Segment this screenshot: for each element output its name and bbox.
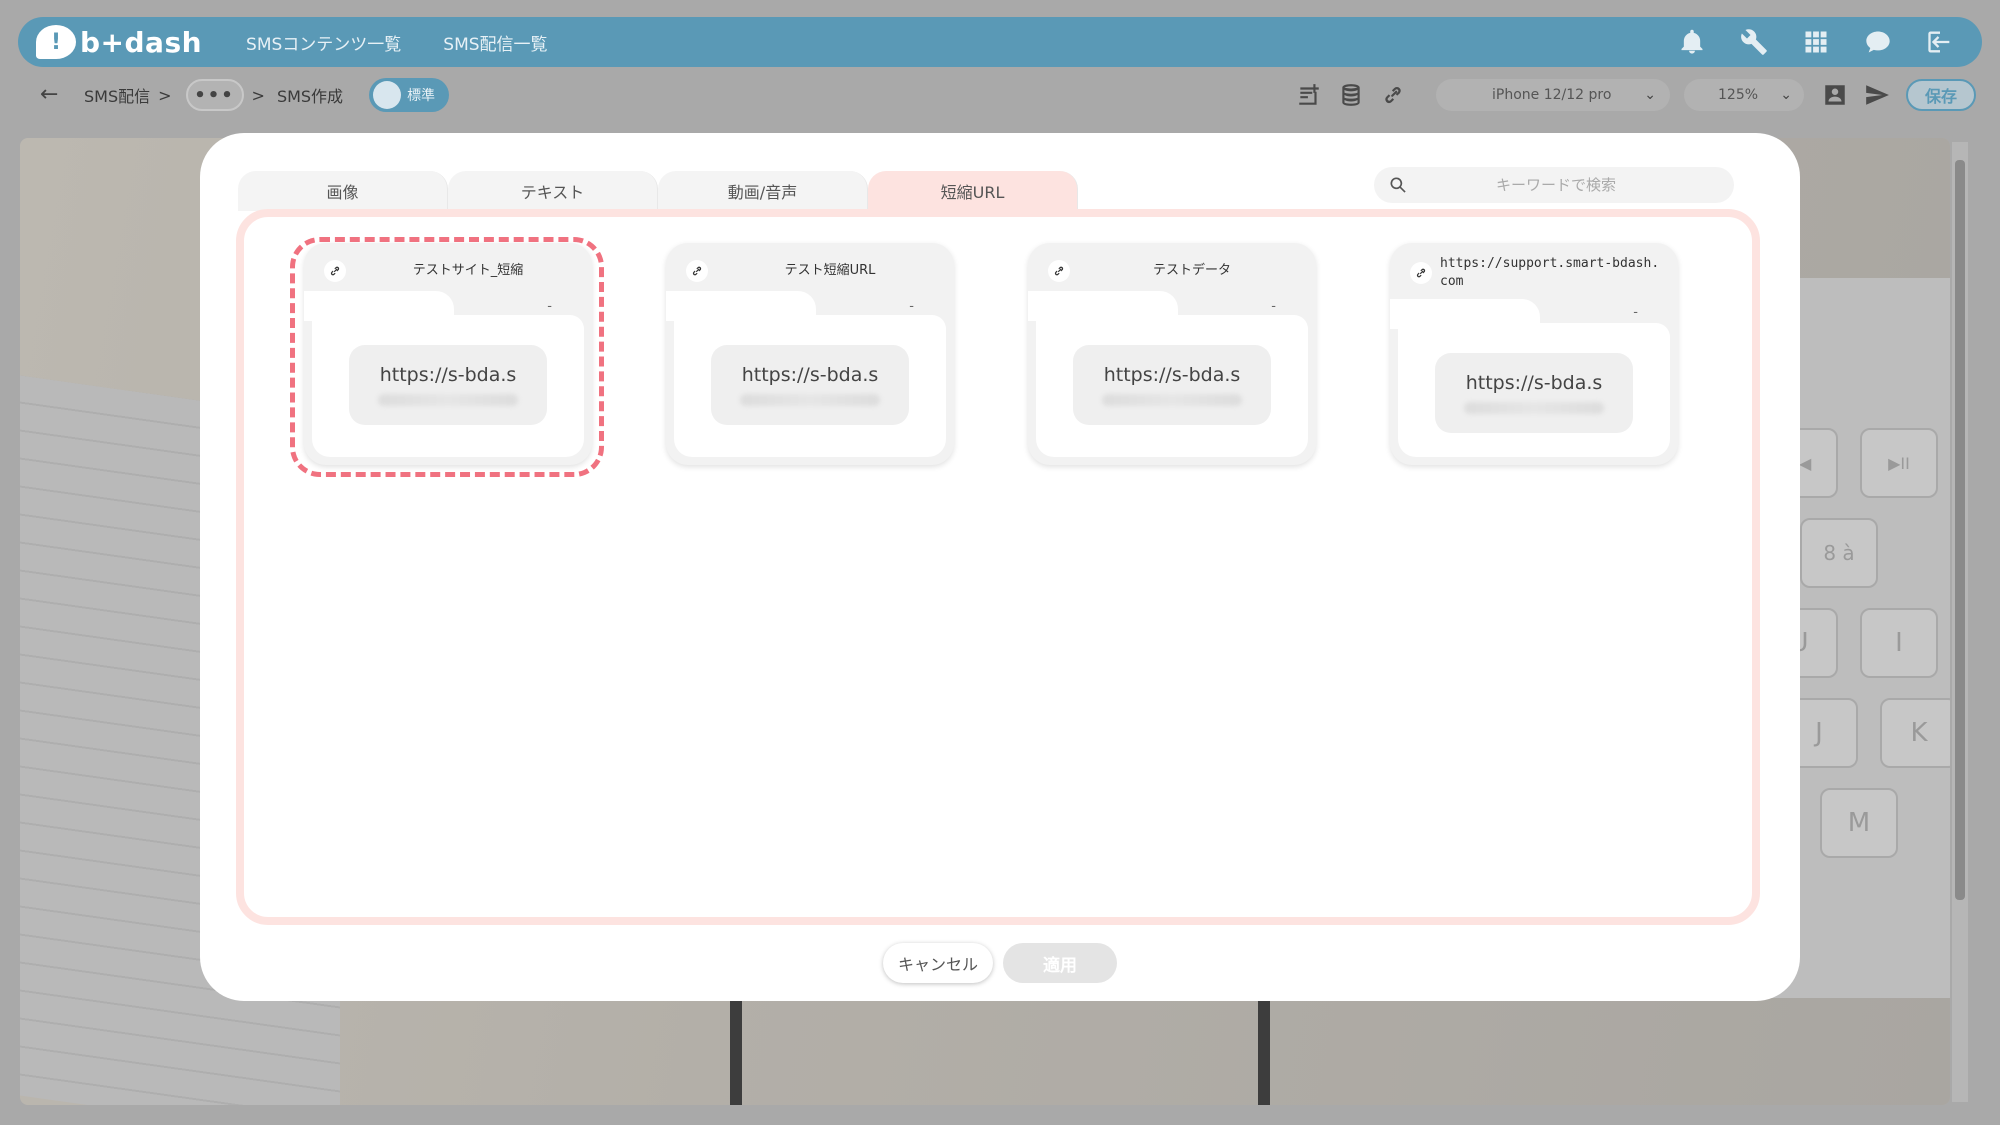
short-url-card-2[interactable]: テスト短縮URL - https://s-bda.s xyxy=(666,243,954,465)
modal-footer: キャンセル 適用 xyxy=(200,943,1800,983)
url-preview: https://s-bda.s xyxy=(1435,353,1633,433)
link-icon xyxy=(1048,260,1070,282)
device-select[interactable]: iPhone 12/12 pro ⌄ xyxy=(1436,79,1670,111)
cancel-button[interactable]: キャンセル xyxy=(883,943,993,983)
nav-sms-content-list[interactable]: SMSコンテンツ一覧 xyxy=(246,30,401,55)
card-meta: - xyxy=(1271,299,1276,314)
link-icon xyxy=(1410,262,1432,284)
apps-grid-icon[interactable] xyxy=(1802,28,1830,56)
link-icon[interactable] xyxy=(1380,82,1406,108)
card-meta: - xyxy=(1633,305,1638,320)
search-icon xyxy=(1390,177,1406,193)
breadcrumb-separator: > xyxy=(251,85,265,105)
toolbar-right: iPhone 12/12 pro ⌄ 125% ⌄ 保存 xyxy=(1296,72,1990,118)
top-header: ! b+dash SMSコンテンツ一覧 SMS配信一覧 xyxy=(18,17,1982,67)
logo-mark: ! xyxy=(36,25,76,59)
chevron-down-icon: ⌄ xyxy=(1780,87,1792,103)
chevron-down-icon: ⌄ xyxy=(1644,87,1656,103)
card-title: テスト短縮URL xyxy=(784,263,876,278)
logo[interactable]: ! b+dash xyxy=(36,25,202,59)
url-preview-blurred xyxy=(1102,394,1242,406)
card-header: テスト短縮URL xyxy=(686,255,940,287)
app-frame: ! b+dash SMSコンテンツ一覧 SMS配信一覧 ← SMS配信 > ••… xyxy=(0,0,2000,1125)
database-icon[interactable] xyxy=(1338,82,1364,108)
editor-toolbar: ← SMS配信 > ••• > SMS作成 標準 iPhone 12/12 pr… xyxy=(10,72,1990,118)
header-icons xyxy=(1678,17,1954,67)
back-arrow-icon[interactable]: ← xyxy=(40,83,64,107)
search-input[interactable] xyxy=(1416,176,1696,194)
tab-text[interactable]: テキスト xyxy=(448,171,658,211)
tab-short-url[interactable]: 短縮URL xyxy=(868,171,1078,211)
keyboard-key: K xyxy=(1880,698,1950,768)
mode-toggle[interactable]: 標準 xyxy=(369,78,450,112)
apply-button[interactable]: 適用 xyxy=(1003,943,1117,983)
bell-icon[interactable] xyxy=(1678,28,1706,56)
phone-frame-edge-right xyxy=(1258,998,1270,1105)
keyboard-key: I xyxy=(1860,608,1938,678)
zoom-select-value: 125% xyxy=(1718,87,1759,103)
save-button[interactable]: 保存 xyxy=(1906,79,1976,111)
keyword-search xyxy=(1374,167,1734,203)
scrollbar-thumb[interactable] xyxy=(1955,160,1965,900)
url-preview-text: https://s-bda.s xyxy=(1103,364,1241,386)
tab-video-audio[interactable]: 動画/音声 xyxy=(658,171,868,211)
contact-card-icon[interactable] xyxy=(1822,82,1848,108)
add-block-icon[interactable] xyxy=(1296,82,1322,108)
wrench-icon[interactable] xyxy=(1740,28,1768,56)
toggle-knob xyxy=(373,81,402,109)
tab-image[interactable]: 画像 xyxy=(238,171,448,211)
nav-sms-delivery-list[interactable]: SMS配信一覧 xyxy=(443,30,547,55)
card-header: https://support.smart-bdash.com xyxy=(1410,253,1664,293)
breadcrumb-sms-delivery[interactable]: SMS配信 xyxy=(84,83,150,107)
short-url-card-4[interactable]: https://support.smart-bdash.com - https:… xyxy=(1390,243,1678,465)
device-select-value: iPhone 12/12 pro xyxy=(1492,87,1612,103)
card-header: テストデータ xyxy=(1048,255,1302,287)
card-meta: - xyxy=(909,299,914,314)
link-icon xyxy=(686,260,708,282)
canvas-scrollbar[interactable] xyxy=(1952,142,1968,1102)
card-title: テストデータ xyxy=(1152,263,1231,278)
keyboard-key: ▶II xyxy=(1860,428,1938,498)
url-preview-blurred xyxy=(740,394,880,406)
modal-tabs: 画像 テキスト 動画/音声 短縮URL xyxy=(238,171,1078,211)
content-picker-modal: 画像 テキスト 動画/音声 短縮URL テストサイト_短縮 - xyxy=(200,133,1800,1001)
short-url-card-1[interactable]: テストサイト_短縮 - https://s-bda.s xyxy=(290,237,604,477)
send-icon[interactable] xyxy=(1864,82,1890,108)
keyboard-key: M xyxy=(1820,788,1898,858)
phone-frame-edge-left xyxy=(730,998,742,1105)
mode-label: 標準 xyxy=(407,88,436,104)
breadcrumb-separator: > xyxy=(158,85,172,105)
chat-icon[interactable] xyxy=(1864,28,1892,56)
short-url-list-panel: テストサイト_短縮 - https://s-bda.s テスト短縮URL - h… xyxy=(236,209,1760,925)
zoom-select[interactable]: 125% ⌄ xyxy=(1684,79,1804,111)
short-url-card-3[interactable]: テストデータ - https://s-bda.s xyxy=(1028,243,1316,465)
selection-ring xyxy=(290,237,604,477)
keyboard-key: 8 à xyxy=(1800,518,1878,588)
url-preview-text: https://s-bda.s xyxy=(741,364,879,386)
url-preview: https://s-bda.s xyxy=(1073,345,1271,425)
breadcrumb-current: SMS作成 xyxy=(276,87,344,106)
breadcrumb-more-button[interactable]: ••• xyxy=(185,79,244,111)
logo-text: b+dash xyxy=(80,25,203,59)
url-preview-blurred xyxy=(1464,402,1604,414)
card-title: https://support.smart-bdash.com xyxy=(1440,256,1660,289)
url-preview-text: https://s-bda.s xyxy=(1465,372,1603,394)
logout-icon[interactable] xyxy=(1926,28,1954,56)
url-preview: https://s-bda.s xyxy=(711,345,909,425)
